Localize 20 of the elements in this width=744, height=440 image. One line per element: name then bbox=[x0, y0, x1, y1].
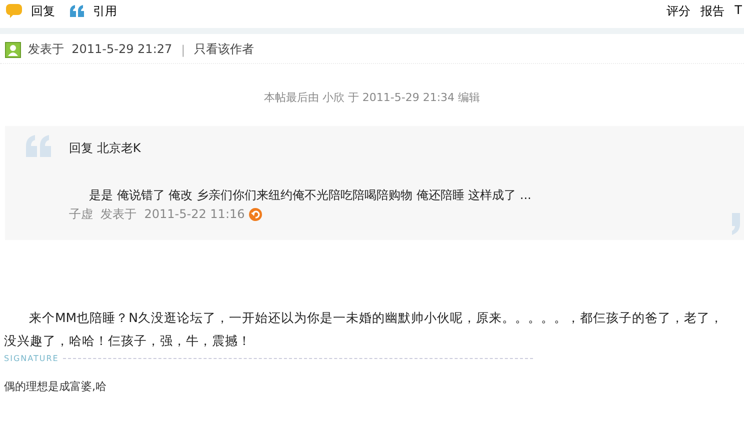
toolbar-link[interactable]: 评分 bbox=[666, 2, 691, 20]
post-time: 发表于 2011-5-29 21:27 bbox=[28, 41, 172, 58]
open-quote-icon bbox=[25, 134, 53, 158]
quoted-text: 是是 俺说错了 俺改 乡亲们你们来纽约俺不光陪吃陪喝陪购物 俺还陪睡 这样成了 ... bbox=[88, 187, 532, 204]
reply-to: 回复 北京老K bbox=[69, 140, 142, 157]
toolbar-link[interactable]: T bbox=[734, 2, 742, 20]
author-only-link[interactable]: 只看该作者 bbox=[194, 41, 254, 58]
user-icon bbox=[5, 42, 21, 58]
edit-note: 本帖最后由 小欣 于 2011-5-29 21:34 编辑 bbox=[262, 90, 482, 105]
quote-icon bbox=[69, 4, 85, 18]
toolbar-link[interactable]: 引用 bbox=[69, 2, 117, 20]
post-text: 来个MM也陪睡？N久没逛论坛了，一开始还以为你是一未婚的幽默帅小伙呢，原来。。。。。，都仨孩子的爸了，老了，没兴趣了，哈哈！仨孩子，强，牛，震撼！ bbox=[3, 309, 724, 350]
quote-author: 子虚 发表于 2011-5-22 11:16 bbox=[69, 206, 245, 223]
toolbar-link[interactable]: 报告 bbox=[700, 2, 725, 20]
separator: | bbox=[181, 42, 186, 56]
toolbar-link[interactable]: 回复 bbox=[5, 2, 55, 20]
speech-bubble-icon bbox=[5, 3, 23, 19]
signature-text: 偶的理想是成富婆,哈 bbox=[3, 379, 108, 394]
signature-label: SIGNATURE bbox=[4, 354, 59, 363]
close-quote-icon bbox=[730, 212, 742, 236]
